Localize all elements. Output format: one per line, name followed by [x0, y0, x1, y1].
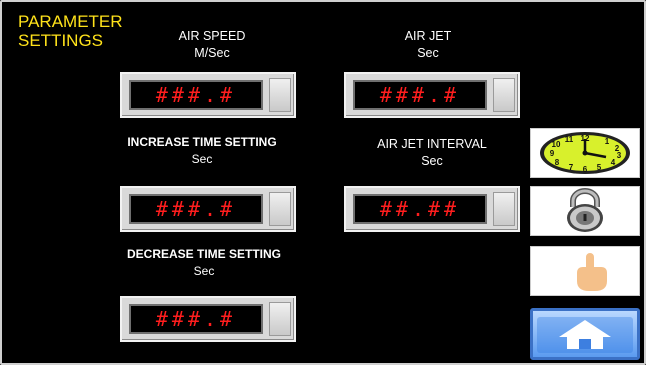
air-jet-field[interactable]: ###.#: [344, 72, 520, 118]
decrease-time-field[interactable]: ###.#: [120, 296, 296, 342]
svg-text:5: 5: [597, 163, 602, 172]
touch-button[interactable]: [530, 246, 640, 296]
clock-button[interactable]: 12 1 2 345 678 9 10 11: [530, 128, 640, 178]
decrease-time-value: ###.#: [129, 304, 263, 334]
air-speed-knob: [269, 78, 291, 112]
svg-text:11: 11: [565, 135, 574, 144]
increase-time-value: ###.#: [129, 194, 263, 224]
svg-text:1: 1: [605, 137, 610, 146]
decrease-time-unit: Sec: [193, 264, 215, 278]
increase-time-unit: Sec: [191, 152, 213, 166]
svg-text:6: 6: [583, 165, 588, 174]
air-jet-label-group: AIR JET Sec: [366, 28, 490, 62]
clock-icon: 12 12 345 678 91011: [540, 132, 630, 174]
air-jet-interval-label-group: AIR JET INTERVAL Sec: [356, 136, 508, 170]
hand-pointer-icon: [577, 253, 607, 291]
decrease-time-label-group: DECREASE TIME SETTING Sec: [112, 246, 296, 280]
increase-time-knob: [269, 192, 291, 226]
air-jet-unit: Sec: [417, 46, 439, 60]
air-speed-field[interactable]: ###.#: [120, 72, 296, 118]
svg-text:4: 4: [611, 158, 616, 167]
air-speed-value: ###.#: [129, 80, 263, 110]
air-speed-label: AIR SPEED: [178, 29, 246, 43]
air-jet-interval-field[interactable]: ##.##: [344, 186, 520, 232]
svg-text:10: 10: [552, 140, 561, 149]
increase-time-label-group: INCREASE TIME SETTING Sec: [110, 134, 294, 168]
increase-time-field[interactable]: ###.#: [120, 186, 296, 232]
home-icon: [537, 317, 633, 353]
page-title-line1: PARAMETER: [18, 12, 123, 31]
air-jet-interval-value: ##.##: [353, 194, 487, 224]
svg-text:3: 3: [617, 151, 622, 160]
air-jet-interval-label: AIR JET INTERVAL: [377, 137, 487, 151]
svg-text:7: 7: [569, 163, 574, 172]
increase-time-label: INCREASE TIME SETTING: [127, 135, 277, 149]
svg-text:8: 8: [555, 158, 560, 167]
page-title-line2: SETTINGS: [18, 31, 104, 50]
home-button[interactable]: [530, 308, 640, 360]
lock-button[interactable]: [530, 186, 640, 236]
air-jet-value: ###.#: [353, 80, 487, 110]
air-jet-interval-knob: [493, 192, 515, 226]
decrease-time-knob: [269, 302, 291, 336]
decrease-time-label: DECREASE TIME SETTING: [126, 247, 281, 261]
air-speed-unit: M/Sec: [194, 46, 230, 60]
air-jet-interval-unit: Sec: [421, 154, 443, 168]
air-jet-label: AIR JET: [404, 29, 452, 43]
air-jet-knob: [493, 78, 515, 112]
padlock-icon: [567, 188, 603, 232]
page-title: PARAMETER SETTINGS: [18, 12, 123, 50]
air-speed-label-group: AIR SPEED M/Sec: [150, 28, 274, 62]
svg-text:9: 9: [550, 149, 555, 158]
